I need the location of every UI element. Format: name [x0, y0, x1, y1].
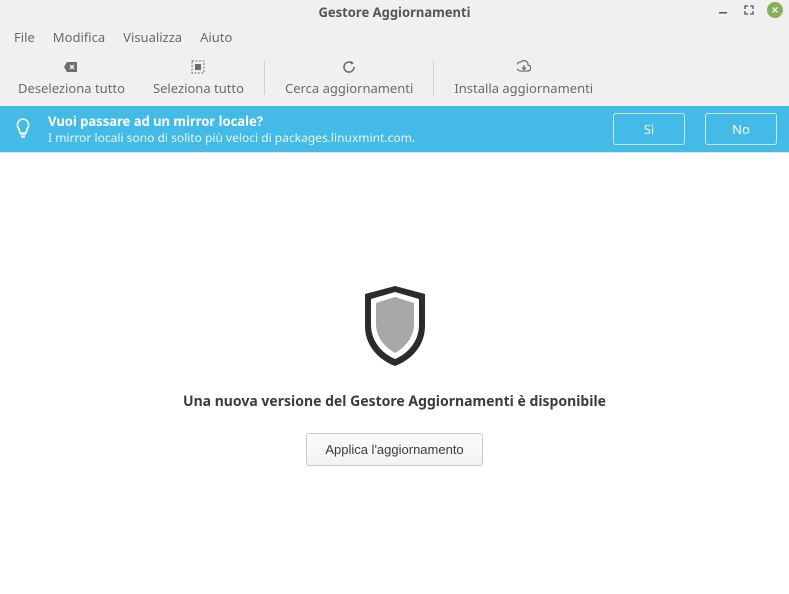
download-icon: [517, 59, 531, 75]
toolbar: Deseleziona tutto Seleziona tutto Cerca …: [0, 50, 789, 106]
banner-text: Vuoi passare ad un mirror locale? I mirr…: [48, 113, 593, 144]
check-updates-label: Cerca aggiornamenti: [285, 79, 413, 97]
titlebar: Gestore Aggiornamenti: [0, 0, 789, 24]
minimize-button[interactable]: [715, 2, 731, 18]
banner-no-button[interactable]: No: [705, 113, 777, 145]
maximize-icon: [744, 5, 754, 15]
banner-subtext: I mirror locali sono di solito più veloc…: [48, 130, 593, 145]
menubar: File Modifica Visualizza Aiuto: [0, 24, 789, 50]
toolbar-separator: [264, 61, 265, 95]
check-updates-button[interactable]: Cerca aggiornamenti: [271, 55, 427, 101]
banner-headline: Vuoi passare ad un mirror locale?: [48, 113, 593, 129]
select-all-label: Seleziona tutto: [153, 79, 244, 97]
close-button[interactable]: [767, 2, 783, 18]
refresh-icon: [342, 59, 356, 75]
toolbar-separator: [433, 61, 434, 95]
menu-help[interactable]: Aiuto: [192, 25, 240, 49]
main-content: Una nuova versione del Gestore Aggiornam…: [0, 152, 789, 594]
select-all-icon: [191, 59, 205, 75]
deselect-all-button[interactable]: Deseleziona tutto: [4, 55, 139, 101]
shield-icon: [357, 282, 433, 370]
menu-view[interactable]: Visualizza: [115, 25, 190, 49]
apply-update-button[interactable]: Applica l'aggiornamento: [306, 433, 482, 466]
close-icon: [771, 6, 779, 14]
deselect-all-label: Deseleziona tutto: [18, 79, 125, 97]
clear-icon: [63, 59, 79, 75]
maximize-button[interactable]: [741, 2, 757, 18]
menu-edit[interactable]: Modifica: [45, 25, 113, 49]
menu-file[interactable]: File: [6, 25, 43, 49]
lightbulb-icon: [12, 117, 34, 141]
install-updates-button[interactable]: Installa aggiornamenti: [440, 55, 607, 101]
update-available-message: Una nuova versione del Gestore Aggiornam…: [183, 392, 606, 411]
install-updates-label: Installa aggiornamenti: [454, 79, 593, 97]
minimize-icon: [718, 5, 728, 15]
window-title: Gestore Aggiornamenti: [0, 3, 789, 21]
banner-yes-button[interactable]: Sì: [613, 113, 685, 145]
mirror-suggestion-banner: Vuoi passare ad un mirror locale? I mirr…: [0, 106, 789, 152]
select-all-button[interactable]: Seleziona tutto: [139, 55, 258, 101]
window-controls: [715, 2, 783, 18]
